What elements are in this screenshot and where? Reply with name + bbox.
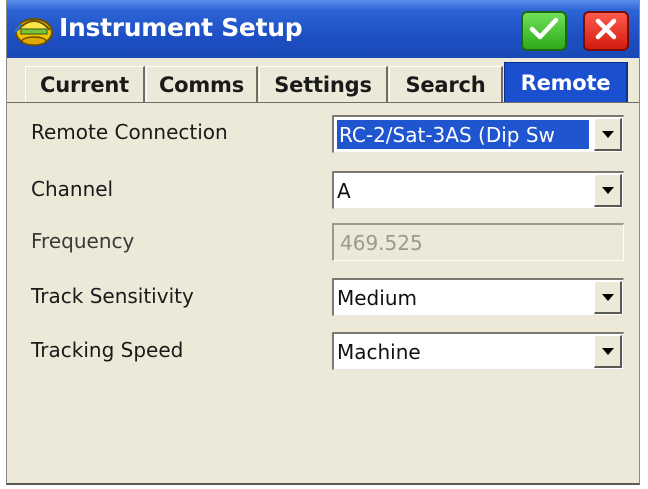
ok-button[interactable] (521, 11, 567, 51)
dropdown-arrow-icon[interactable] (594, 281, 622, 314)
remote-connection-label: Remote Connection (31, 120, 228, 144)
channel-dropdown[interactable]: A (332, 171, 624, 209)
tracking-speed-value: Machine (337, 340, 421, 364)
tab-strip: Current Comms Settings Search Remote (7, 58, 639, 103)
tab-settings[interactable]: Settings (259, 66, 388, 102)
tab-label: Remote (520, 70, 611, 95)
track-sensitivity-dropdown[interactable]: Medium (332, 278, 624, 316)
frequency-value: 469.525 (340, 231, 423, 255)
tracking-speed-label: Tracking Speed (31, 338, 184, 362)
track-sensitivity-label: Track Sensitivity (31, 284, 194, 308)
tab-comms[interactable]: Comms (146, 66, 258, 102)
track-sensitivity-value: Medium (337, 286, 417, 310)
dropdown-arrow-icon[interactable] (594, 174, 622, 207)
close-icon (593, 16, 619, 46)
channel-label: Channel (31, 177, 114, 201)
cancel-button[interactable] (583, 11, 629, 51)
tab-remote[interactable]: Remote (504, 62, 628, 102)
dropdown-arrow-icon[interactable] (594, 335, 622, 368)
tab-label: Search (405, 72, 486, 97)
remote-connection-value: RC-2/Sat-3AS (Dip Sw (337, 120, 589, 149)
checkmark-icon (529, 16, 559, 46)
tab-label: Current (40, 72, 129, 97)
title-bar: Instrument Setup (7, 0, 639, 58)
helmet-icon (13, 10, 55, 48)
channel-value: A (337, 179, 351, 203)
tab-label: Comms (158, 72, 245, 97)
dropdown-arrow-icon[interactable] (594, 118, 622, 151)
tab-label: Settings (274, 72, 372, 97)
instrument-setup-window: Instrument Setup Current Comms Settings (6, 0, 640, 485)
frequency-label: Frequency (31, 229, 135, 253)
tracking-speed-dropdown[interactable]: Machine (332, 332, 624, 370)
window-title: Instrument Setup (59, 13, 303, 42)
frequency-field: 469.525 (332, 223, 624, 261)
remote-connection-dropdown[interactable]: RC-2/Sat-3AS (Dip Sw (332, 115, 624, 153)
tab-search[interactable]: Search (389, 66, 503, 102)
remote-settings-panel: Remote Connection RC-2/Sat-3AS (Dip Sw C… (7, 103, 639, 483)
tab-current[interactable]: Current (25, 66, 145, 102)
